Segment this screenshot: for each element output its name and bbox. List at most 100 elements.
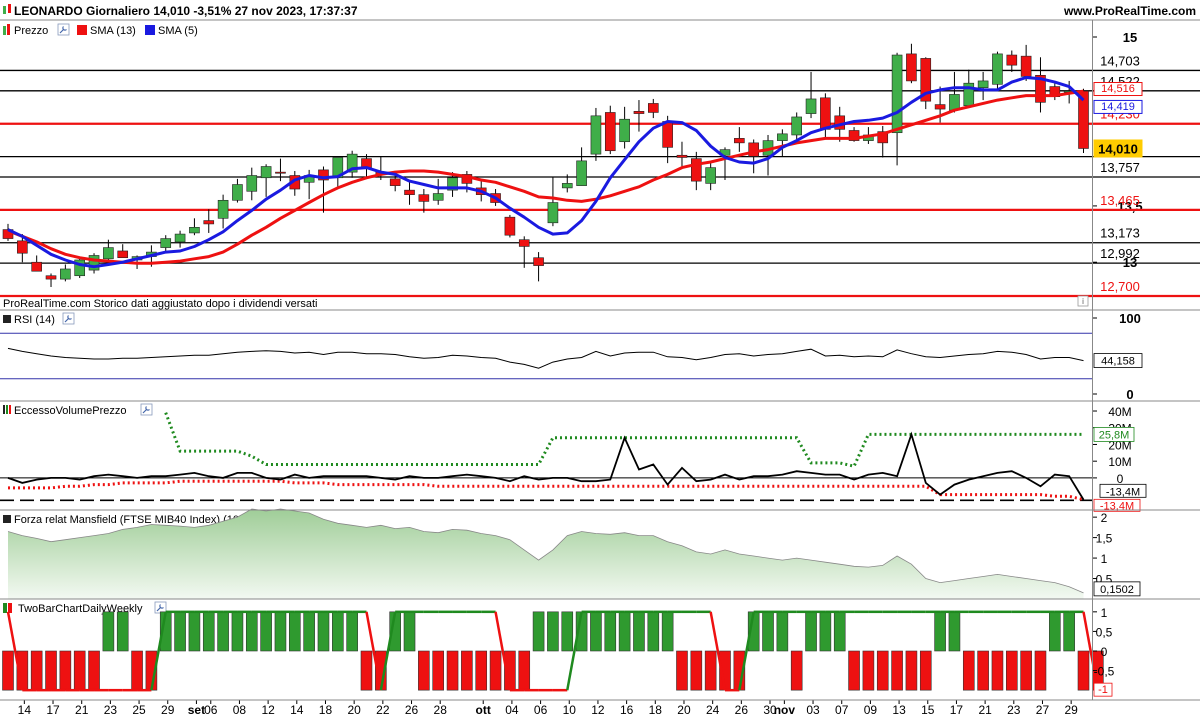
x-tick-label: 03 — [806, 703, 820, 717]
bull-candle — [174, 233, 186, 243]
twobar-down-bar — [704, 650, 717, 691]
bull-candle — [791, 116, 803, 136]
bear-candle — [45, 275, 57, 280]
twobar-down-bar — [1034, 650, 1047, 691]
x-tick-label: 12 — [261, 703, 275, 717]
x-tick-label: 23 — [104, 703, 118, 717]
price-plot[interactable]: 1513,51314,70314,52214,23013,93813,75713… — [0, 30, 1200, 298]
brand-link[interactable]: www.ProRealTime.com — [1063, 4, 1196, 18]
bear-candle — [275, 171, 286, 174]
rsi-line — [7, 347, 1084, 369]
bull-candle — [777, 133, 788, 141]
price-settings-wrench-icon[interactable] — [57, 23, 70, 36]
twobar-down-bar — [1077, 650, 1090, 691]
twobar-down-bar — [876, 650, 889, 691]
twobar-down-bar — [88, 650, 100, 691]
twobar-up-bar — [805, 611, 817, 652]
twobar-down-bar — [690, 650, 703, 691]
volume-y-tick-label: 40M — [1108, 405, 1131, 419]
bear-candle — [906, 53, 917, 82]
x-tick-label: 21 — [978, 703, 992, 717]
twobar-up-bar — [948, 611, 961, 652]
twobar-plot[interactable]: 1 0,5 0 -0,5 -1 — [2, 606, 1115, 697]
x-tick-label: 22 — [376, 703, 390, 717]
twobar-down-bar — [919, 650, 932, 691]
bull-candle — [891, 54, 903, 134]
bear-candle — [662, 121, 673, 148]
x-tick-label: 29 — [1064, 703, 1078, 717]
x-tick-label: nov — [774, 703, 796, 717]
bull-candle — [977, 80, 989, 88]
x-tick-label: 14 — [290, 703, 304, 717]
rsi-plot[interactable]: 100 0 44,158 — [0, 311, 1143, 402]
x-tick-label: 26 — [735, 703, 749, 717]
bull-candle — [619, 118, 630, 143]
bear-candle — [418, 194, 430, 202]
bull-candle — [260, 166, 272, 179]
volume-settings-wrench-icon[interactable] — [140, 403, 153, 416]
x-tick-label: 28 — [434, 703, 448, 717]
bear-candle — [934, 104, 946, 110]
info-icon[interactable]: i — [1077, 295, 1089, 307]
bull-candle — [432, 193, 444, 201]
twobar-y-tick-label: 0,5 — [1096, 625, 1113, 639]
bull-candle — [705, 167, 716, 184]
price-y-tick-label: 15 — [1123, 30, 1137, 45]
volume-indicator-icon — [3, 405, 11, 414]
x-tick-label: 26 — [405, 703, 419, 717]
x-tick-label: 17 — [950, 703, 964, 717]
twobar-up-bar — [547, 611, 559, 652]
twobar-settings-wrench-icon[interactable] — [154, 601, 167, 614]
chart-window: LEONARDO Giornaliero 14,010 -3,51% 27 no… — [0, 0, 1200, 720]
bear-candle — [518, 239, 530, 247]
twobar-up-bar — [202, 611, 215, 652]
chart-svg: LEONARDO Giornaliero 14,010 -3,51% 27 no… — [0, 0, 1200, 720]
twobar-up-bar — [819, 611, 832, 652]
twobar-up-bar — [217, 611, 229, 652]
volume-legend: EccessoVolumePrezzo — [3, 403, 153, 417]
volume-green-label: 25,8M — [1099, 429, 1130, 441]
bull-candle — [590, 115, 602, 155]
rsi-label: RSI (14) — [14, 314, 55, 326]
bear-candle — [533, 257, 544, 266]
twobar-up-bar — [618, 611, 631, 652]
twobar-up-bar — [260, 611, 272, 652]
x-tick-label: 07 — [835, 703, 849, 717]
twobar-down-bar — [131, 650, 143, 691]
x-tick-label: 24 — [706, 703, 720, 717]
x-tick-label: 04 — [505, 703, 519, 717]
bull-candle — [246, 175, 258, 192]
mansfield-value-label: 0,1502 — [1100, 584, 1134, 596]
twobar-down-bar — [518, 650, 531, 691]
twobar-up-bar — [604, 611, 617, 652]
twobar-down-bar — [1005, 650, 1018, 691]
bull-candle — [103, 247, 114, 260]
bear-candle — [604, 112, 616, 152]
bull-candle — [561, 183, 573, 189]
rsi-settings-wrench-icon[interactable] — [62, 312, 75, 325]
twobar-down-bar — [432, 650, 445, 691]
bear-candle — [404, 189, 415, 195]
chart-title: LEONARDO Giornaliero 14,010 -3,51% 27 no… — [14, 4, 358, 18]
bear-candle — [389, 178, 401, 186]
twobar-down-bar — [45, 650, 57, 691]
level-label: 13,173 — [1100, 226, 1140, 241]
volume-plot[interactable]: 40M30M20M10M025,8M-13,4M-13,4M — [0, 405, 1147, 512]
rsi-y-tick-label: 100 — [1119, 311, 1141, 326]
x-tick-label: 29 — [161, 703, 175, 717]
twobar-up-bar — [346, 611, 358, 652]
bull-candle — [232, 184, 243, 201]
x-tick-label: 20 — [677, 703, 691, 717]
bear-candle — [17, 240, 28, 254]
volume-y-tick-label: 0 — [1117, 472, 1124, 486]
twobar-down-bar — [360, 650, 373, 691]
bear-candle — [647, 103, 659, 113]
mansfield-y-tick-label: 2 — [1101, 511, 1108, 525]
level-label: 12,992 — [1100, 246, 1140, 261]
bear-candle — [748, 142, 759, 157]
twobar-up-bar — [633, 611, 645, 652]
price-footer-note: ProRealTime.com Storico dati aggiustato … — [3, 298, 317, 310]
twobar-down-bar — [2, 650, 14, 691]
twobar-y-tick-label: 1 — [1101, 606, 1108, 620]
x-tick-label: 15 — [921, 703, 935, 717]
